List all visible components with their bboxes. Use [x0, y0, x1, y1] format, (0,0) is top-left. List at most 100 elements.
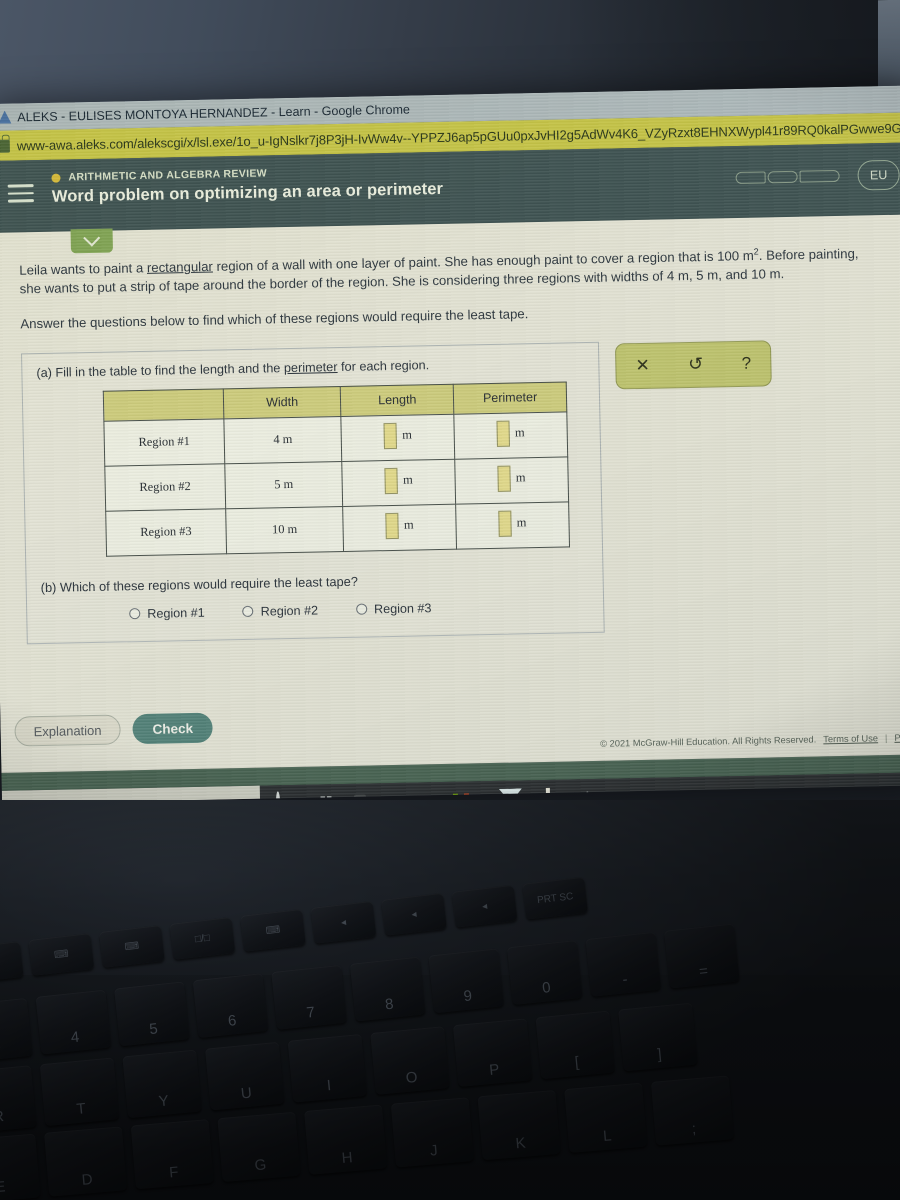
radio-label-region-2: Region #2: [260, 603, 319, 619]
key: □/□: [169, 916, 236, 960]
perimeter-unit-region-1: m: [514, 425, 525, 440]
region-table: Width Length Perimeter Region #1 4 m m m…: [102, 381, 571, 557]
key: R: [0, 1065, 37, 1134]
key: 4: [35, 989, 112, 1055]
perimeter-input-region-3[interactable]: [498, 510, 513, 537]
photo-scene: ALEKS - EULISES MONTOYA HERNANDEZ - Lear…: [0, 0, 900, 1200]
key: PRT SC: [522, 876, 588, 920]
x-clear-icon[interactable]: ✕: [635, 356, 650, 376]
row-perimeter-region-3: m: [455, 501, 570, 550]
key: D: [44, 1126, 128, 1197]
key: 6: [192, 973, 269, 1039]
key: 5: [114, 981, 190, 1047]
question-instruction: Answer the questions below to find which…: [20, 306, 529, 332]
radio-button-region-3[interactable]: [355, 603, 368, 616]
length-input-region-2[interactable]: [384, 467, 399, 494]
length-unit-region-3: m: [403, 517, 414, 533]
question-mark-icon[interactable]: ?: [741, 354, 751, 374]
progress-indicator: [735, 169, 840, 185]
perimeter-input-region-2[interactable]: [497, 465, 512, 492]
row-length-region-3: m: [343, 504, 457, 552]
check-button[interactable]: Check: [132, 712, 214, 745]
row-perimeter-region-2: m: [454, 456, 569, 505]
key: E: [0, 1133, 41, 1200]
key: ◂: [381, 892, 447, 936]
part-b-label: (b) Which of these regions would require…: [40, 573, 359, 595]
key: 7: [271, 964, 347, 1030]
key: ⌨: [0, 941, 24, 984]
key: H: [304, 1104, 388, 1175]
radio-label-region-1: Region #1: [147, 605, 205, 621]
length-unit-region-2: m: [402, 472, 413, 488]
terms-of-use-link[interactable]: Terms of Use: [823, 733, 878, 744]
key: -: [585, 931, 662, 997]
row-perimeter-region-1: m: [453, 411, 568, 460]
radio-option-region-3[interactable]: Region #3: [355, 601, 432, 617]
tray-expand-caret-icon[interactable]: ∧: [881, 786, 889, 799]
length-input-region-1[interactable]: [383, 422, 398, 449]
row-length-region-2: m: [342, 459, 456, 507]
header-text-block: ARITHMETIC AND ALGEBRA REVIEW Word probl…: [51, 146, 736, 232]
question-prompt: Leila wants to paint a rectangular regio…: [19, 243, 882, 299]
radio-button-region-2[interactable]: [242, 606, 254, 618]
aleks-favicon: [0, 111, 11, 124]
key: [: [535, 1010, 616, 1080]
key: O: [370, 1026, 450, 1095]
perimeter-unit-region-3: m: [516, 515, 527, 530]
answer-panel: (a) Fill in the table to find the length…: [21, 341, 605, 645]
row-length-region-1: m: [341, 414, 455, 462]
key: I: [287, 1033, 368, 1103]
collapse-header-tab[interactable]: [70, 228, 114, 254]
key: ◂: [451, 884, 518, 928]
key: F: [130, 1119, 214, 1190]
key: U: [204, 1041, 285, 1111]
avatar[interactable]: EU: [857, 159, 900, 191]
key: 0: [506, 940, 583, 1006]
explanation-button[interactable]: Explanation: [14, 714, 121, 747]
row-width-region-3: 10 m: [225, 506, 344, 554]
key: K: [477, 1089, 561, 1161]
row-label-region-2: Region #2: [104, 463, 226, 512]
key: G: [217, 1111, 301, 1183]
table-header-corner: [103, 388, 224, 422]
perimeter-glossary-link[interactable]: perimeter: [284, 360, 338, 375]
system-tray: ∧: [881, 784, 900, 800]
key: 8: [349, 956, 426, 1022]
header-right-controls: EU: [735, 142, 900, 218]
laptop-keyboard: ⌨ ⌨ ⌨ □/□ ⌨ ◂ ◂ ◂ PRT SC 3 4 5 6 7 8 9 0…: [0, 800, 900, 1200]
part-a-label-post: for each region.: [337, 358, 430, 374]
key: T: [39, 1057, 120, 1127]
row-label-region-3: Region #3: [105, 508, 227, 557]
table-header-perimeter: Perimeter: [453, 381, 567, 415]
length-input-region-3[interactable]: [385, 512, 400, 539]
part-a-label: (a) Fill in the table to find the length…: [36, 355, 584, 380]
copyright-text: © 2021 McGraw-Hill Education. All Rights…: [600, 734, 817, 749]
key: P: [452, 1018, 533, 1087]
radio-button-region-1[interactable]: [129, 608, 141, 620]
undo-icon[interactable]: ↺: [688, 354, 704, 375]
privacy-link[interactable]: Privacy: [894, 732, 900, 743]
lock-icon: [0, 139, 10, 153]
topic-dot-icon: [51, 173, 61, 183]
key: ⌨: [240, 908, 306, 952]
perimeter-input-region-1[interactable]: [496, 420, 511, 447]
math-palette: ✕ ↺ ?: [614, 340, 772, 390]
hamburger-menu-icon[interactable]: [0, 160, 53, 233]
laptop-screen: ALEKS - EULISES MONTOYA HERNANDEZ - Lear…: [0, 85, 900, 804]
key: L: [564, 1082, 648, 1153]
table-header-width: Width: [222, 386, 342, 419]
answer-area: (a) Fill in the table to find the length…: [21, 336, 897, 645]
footer-separator: |: [884, 733, 888, 744]
table-row: Region #3 10 m m m: [105, 501, 570, 557]
key: ⌨: [28, 933, 95, 976]
key: ⌨: [99, 925, 165, 968]
key: =: [664, 923, 740, 989]
row-width-region-2: 5 m: [224, 461, 344, 509]
key: Y: [122, 1049, 202, 1119]
radio-option-region-1[interactable]: Region #1: [129, 606, 205, 622]
browser-window-title: ALEKS - EULISES MONTOYA HERNANDEZ - Lear…: [17, 102, 411, 124]
radio-option-region-2[interactable]: Region #2: [242, 603, 319, 619]
action-buttons: Explanation Check: [14, 712, 214, 747]
rectangular-glossary-link[interactable]: rectangular: [147, 259, 213, 275]
topic-label: ARITHMETIC AND ALGEBRA REVIEW: [68, 167, 268, 184]
